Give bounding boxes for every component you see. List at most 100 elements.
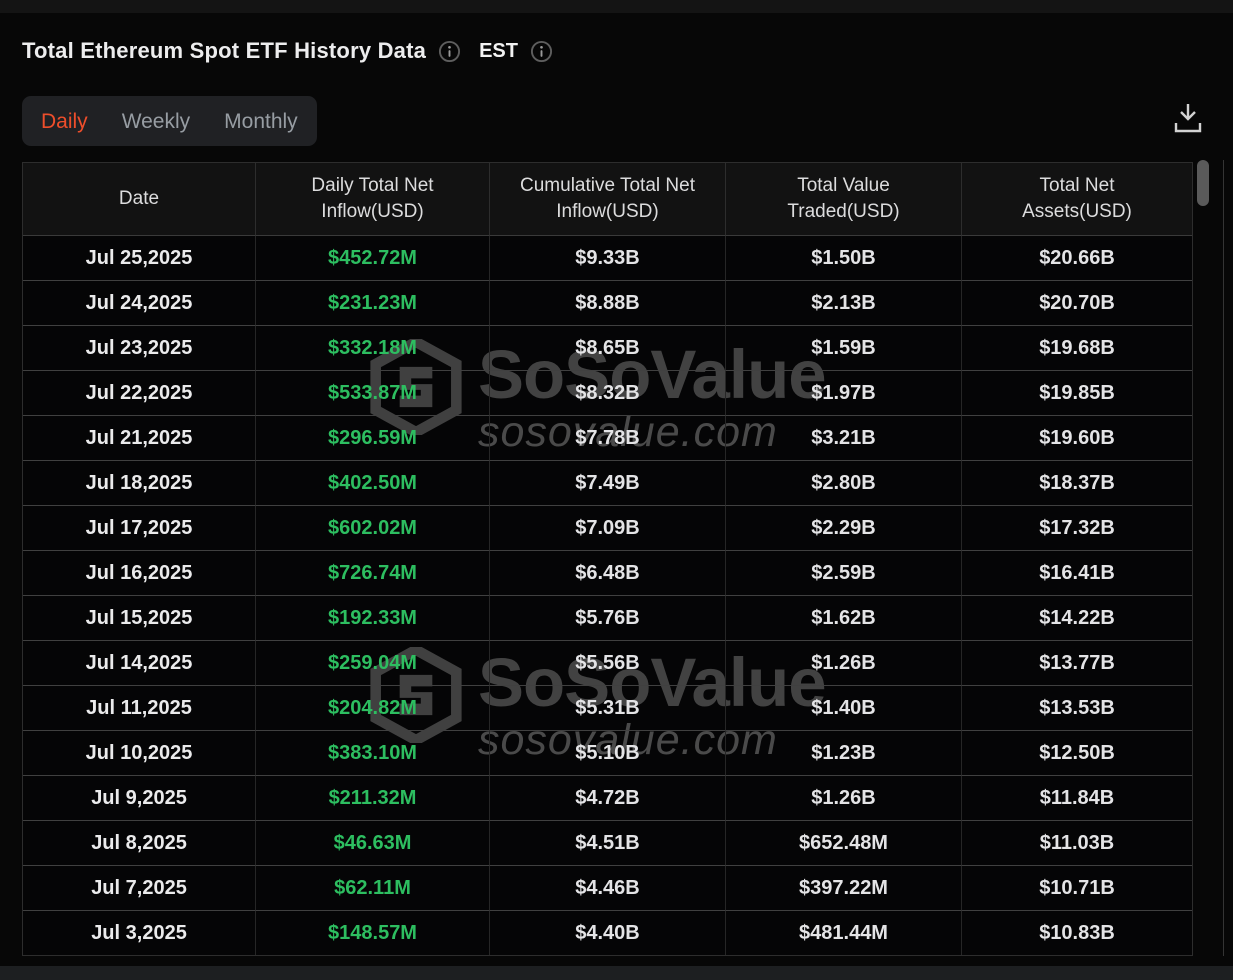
daily-inflow-cell: $296.59M xyxy=(256,416,490,461)
tab-daily[interactable]: Daily xyxy=(41,111,88,132)
net-assets-cell: $13.77B xyxy=(962,641,1192,686)
value-traded-cell: $652.48M xyxy=(726,821,962,866)
cumulative-inflow-cell: $5.31B xyxy=(490,686,726,731)
date-cell: Jul 10,2025 xyxy=(23,731,256,776)
net-assets-cell: $19.60B xyxy=(962,416,1192,461)
cumulative-inflow-cell: $7.09B xyxy=(490,506,726,551)
date-cell: Jul 18,2025 xyxy=(23,461,256,506)
net-assets-cell: $18.37B xyxy=(962,461,1192,506)
daily-inflow-cell: $204.82M xyxy=(256,686,490,731)
value-traded-cell: $481.44M xyxy=(726,911,962,956)
net-assets-cell: $14.22B xyxy=(962,596,1192,641)
table-row: Jul 3,2025$148.57M$4.40B$481.44M$10.83B xyxy=(23,911,1192,956)
daily-inflow-cell: $62.11M xyxy=(256,866,490,911)
date-cell: Jul 16,2025 xyxy=(23,551,256,596)
date-cell: Jul 9,2025 xyxy=(23,776,256,821)
daily-inflow-cell: $402.50M xyxy=(256,461,490,506)
cumulative-inflow-cell: $4.72B xyxy=(490,776,726,821)
cumulative-inflow-cell: $5.56B xyxy=(490,641,726,686)
date-cell: Jul 25,2025 xyxy=(23,236,256,281)
column-header: Total Value Traded(USD) xyxy=(726,163,962,236)
cumulative-inflow-cell: $8.32B xyxy=(490,371,726,416)
net-assets-cell: $20.66B xyxy=(962,236,1192,281)
daily-inflow-cell: $533.87M xyxy=(256,371,490,416)
date-cell: Jul 22,2025 xyxy=(23,371,256,416)
info-icon[interactable] xyxy=(438,40,461,63)
net-assets-cell: $20.70B xyxy=(962,281,1192,326)
tab-weekly[interactable]: Weekly xyxy=(122,111,190,132)
cumulative-inflow-cell: $5.76B xyxy=(490,596,726,641)
daily-inflow-cell: $46.63M xyxy=(256,821,490,866)
net-assets-cell: $19.85B xyxy=(962,371,1192,416)
column-header: Total Net Assets(USD) xyxy=(962,163,1192,236)
table-row: Jul 16,2025$726.74M$6.48B$2.59B$16.41B xyxy=(23,551,1192,596)
download-button[interactable] xyxy=(1172,101,1204,135)
cumulative-inflow-cell: $9.33B xyxy=(490,236,726,281)
value-traded-cell: $2.59B xyxy=(726,551,962,596)
table-row: Jul 7,2025$62.11M$4.46B$397.22M$10.71B xyxy=(23,866,1192,911)
net-assets-cell: $13.53B xyxy=(962,686,1192,731)
daily-inflow-cell: $211.32M xyxy=(256,776,490,821)
value-traded-cell: $1.62B xyxy=(726,596,962,641)
cumulative-inflow-cell: $7.49B xyxy=(490,461,726,506)
table-row: Jul 9,2025$211.32M$4.72B$1.26B$11.84B xyxy=(23,776,1192,821)
date-cell: Jul 7,2025 xyxy=(23,866,256,911)
table-row: Jul 11,2025$204.82M$5.31B$1.40B$13.53B xyxy=(23,686,1192,731)
table-row: Jul 15,2025$192.33M$5.76B$1.62B$14.22B xyxy=(23,596,1192,641)
table-header-row: DateDaily Total Net Inflow(USD)Cumulativ… xyxy=(23,163,1192,236)
horizontal-scrollbar-track[interactable] xyxy=(0,966,1233,980)
net-assets-cell: $10.71B xyxy=(962,866,1192,911)
table-row: Jul 10,2025$383.10M$5.10B$1.23B$12.50B xyxy=(23,731,1192,776)
daily-inflow-cell: $332.18M xyxy=(256,326,490,371)
header-bar: Total Ethereum Spot ETF History Data EST xyxy=(22,38,553,64)
timezone-label: EST xyxy=(479,40,518,63)
value-traded-cell: $2.13B xyxy=(726,281,962,326)
date-cell: Jul 15,2025 xyxy=(23,596,256,641)
value-traded-cell: $2.80B xyxy=(726,461,962,506)
table-row: Jul 25,2025$452.72M$9.33B$1.50B$20.66B xyxy=(23,236,1192,281)
cumulative-inflow-cell: $5.10B xyxy=(490,731,726,776)
vertical-scrollbar-thumb[interactable] xyxy=(1197,160,1209,206)
timezone-info-icon[interactable] xyxy=(530,40,553,63)
panel-right-border xyxy=(1223,160,1224,956)
value-traded-cell: $1.59B xyxy=(726,326,962,371)
page-title: Total Ethereum Spot ETF History Data xyxy=(22,38,426,64)
daily-inflow-cell: $148.57M xyxy=(256,911,490,956)
date-cell: Jul 11,2025 xyxy=(23,686,256,731)
table-body: Jul 25,2025$452.72M$9.33B$1.50B$20.66BJu… xyxy=(23,236,1192,956)
value-traded-cell: $1.97B xyxy=(726,371,962,416)
date-cell: Jul 8,2025 xyxy=(23,821,256,866)
table-row: Jul 23,2025$332.18M$8.65B$1.59B$19.68B xyxy=(23,326,1192,371)
cumulative-inflow-cell: $4.51B xyxy=(490,821,726,866)
value-traded-cell: $2.29B xyxy=(726,506,962,551)
table-row: Jul 8,2025$46.63M$4.51B$652.48M$11.03B xyxy=(23,821,1192,866)
tab-monthly[interactable]: Monthly xyxy=(224,111,298,132)
column-header: Date xyxy=(23,163,256,236)
value-traded-cell: $1.40B xyxy=(726,686,962,731)
daily-inflow-cell: $259.04M xyxy=(256,641,490,686)
cumulative-inflow-cell: $7.78B xyxy=(490,416,726,461)
top-edge-strip xyxy=(0,0,1233,13)
value-traded-cell: $397.22M xyxy=(726,866,962,911)
table-row: Jul 24,2025$231.23M$8.88B$2.13B$20.70B xyxy=(23,281,1192,326)
net-assets-cell: $19.68B xyxy=(962,326,1192,371)
net-assets-cell: $11.84B xyxy=(962,776,1192,821)
cumulative-inflow-cell: $6.48B xyxy=(490,551,726,596)
cumulative-inflow-cell: $4.46B xyxy=(490,866,726,911)
net-assets-cell: $11.03B xyxy=(962,821,1192,866)
value-traded-cell: $3.21B xyxy=(726,416,962,461)
date-cell: Jul 17,2025 xyxy=(23,506,256,551)
date-cell: Jul 24,2025 xyxy=(23,281,256,326)
net-assets-cell: $10.83B xyxy=(962,911,1192,956)
daily-inflow-cell: $192.33M xyxy=(256,596,490,641)
cumulative-inflow-cell: $8.65B xyxy=(490,326,726,371)
date-cell: Jul 21,2025 xyxy=(23,416,256,461)
daily-inflow-cell: $452.72M xyxy=(256,236,490,281)
daily-inflow-cell: $231.23M xyxy=(256,281,490,326)
daily-inflow-cell: $726.74M xyxy=(256,551,490,596)
date-cell: Jul 14,2025 xyxy=(23,641,256,686)
data-table: SoSoValue sosovalue.com SoSoValue sosova… xyxy=(22,162,1193,956)
cumulative-inflow-cell: $4.40B xyxy=(490,911,726,956)
date-cell: Jul 23,2025 xyxy=(23,326,256,371)
value-traded-cell: $1.26B xyxy=(726,776,962,821)
